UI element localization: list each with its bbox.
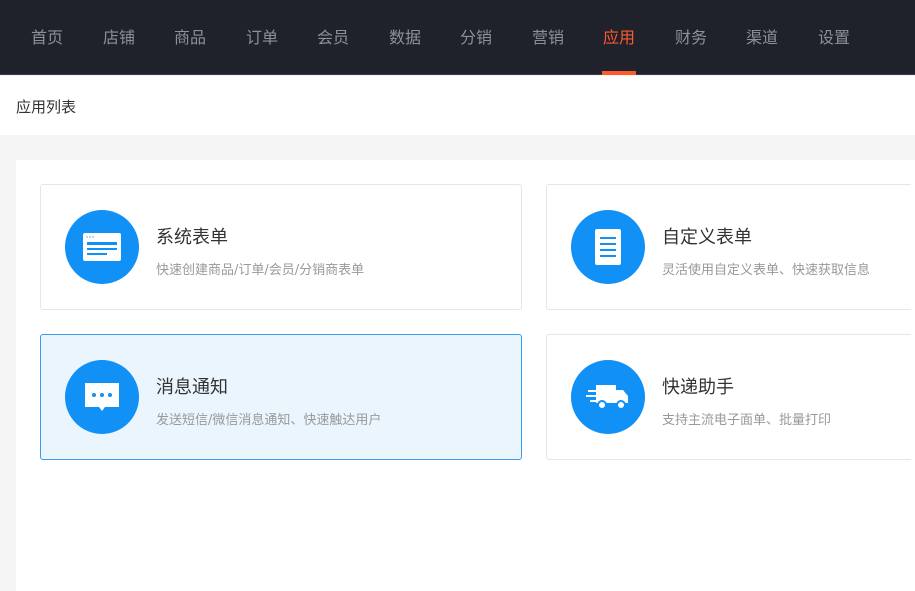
top-nav: 首页 店铺 商品 订单 会员 数据 分销 营销 应用 财务 渠道 设置 [0,0,915,75]
card-desc: 发送短信/微信消息通知、快速触达用户 [156,413,382,428]
app-list-panel: 系统表单 快速创建商品/订单/会员/分销商表单 自定义表单 灵活使用自定义表单、… [16,160,915,591]
nav-home[interactable]: 首页 [30,0,64,75]
nav-marketing[interactable]: 营销 [531,0,565,75]
nav-data[interactable]: 数据 [388,0,422,75]
nav-members[interactable]: 会员 [316,0,350,75]
nav-finance[interactable]: 财务 [674,0,708,75]
nav-apps[interactable]: 应用 [602,0,636,75]
form-window-icon [65,210,139,284]
chat-bubble-icon [65,360,139,434]
nav-channels[interactable]: 渠道 [745,0,779,75]
app-card-system-form[interactable]: 系统表单 快速创建商品/订单/会员/分销商表单 [40,184,522,310]
card-desc: 灵活使用自定义表单、快速获取信息 [662,263,871,278]
delivery-truck-icon [571,360,645,434]
page-title: 应用列表 [0,76,915,135]
app-card-express-helper[interactable]: 快递助手 支持主流电子面单、批量打印 [546,334,911,460]
app-card-custom-form[interactable]: 自定义表单 灵活使用自定义表单、快速获取信息 [546,184,911,310]
nav-distribution[interactable]: 分销 [459,0,493,75]
nav-goods[interactable]: 商品 [173,0,207,75]
document-icon [571,210,645,284]
card-title: 消息通知 [156,377,228,398]
nav-orders[interactable]: 订单 [245,0,279,75]
card-title: 系统表单 [156,227,228,248]
card-desc: 快速创建商品/订单/会员/分销商表单 [156,263,365,278]
app-card-message-notice[interactable]: 消息通知 发送短信/微信消息通知、快速触达用户 [40,334,522,460]
card-title: 快递助手 [662,377,734,398]
nav-settings[interactable]: 设置 [817,0,851,75]
card-title: 自定义表单 [662,227,752,248]
nav-store[interactable]: 店铺 [102,0,136,75]
card-desc: 支持主流电子面单、批量打印 [662,413,832,428]
